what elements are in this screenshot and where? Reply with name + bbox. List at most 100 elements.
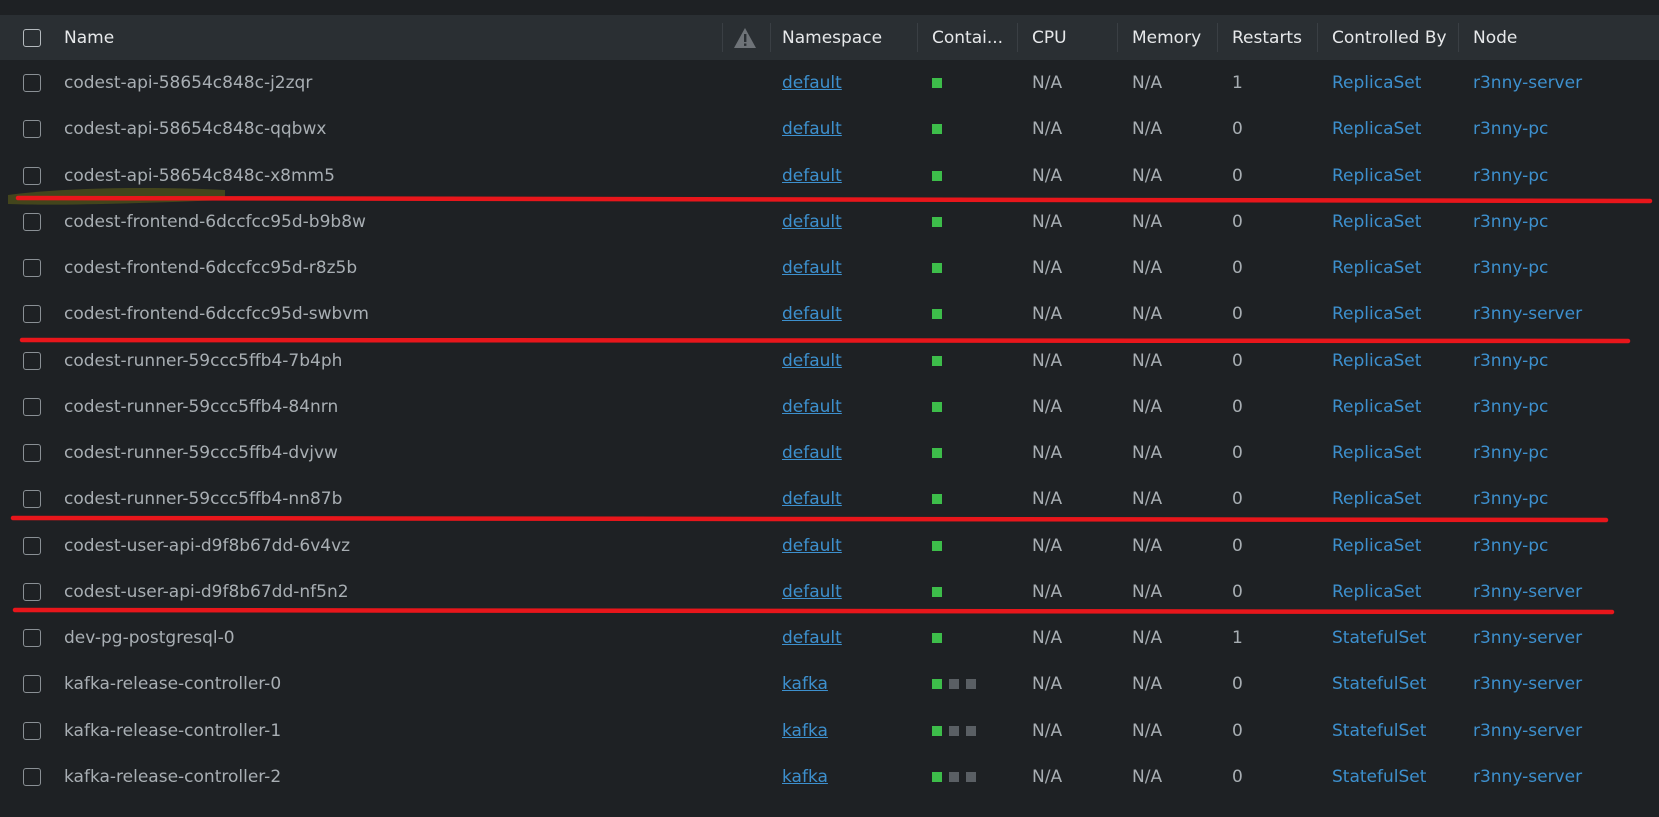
controlled-by-link[interactable]: ReplicaSet [1332, 536, 1421, 556]
namespace-link-cell[interactable]: default [782, 338, 842, 384]
namespace-link[interactable]: default [782, 582, 842, 602]
node-link-cell[interactable]: r3nny-pc [1473, 338, 1548, 384]
node-link-cell[interactable]: r3nny-server [1473, 60, 1582, 106]
node-link-cell[interactable]: r3nny-server [1473, 661, 1582, 707]
controlled-by-link-cell[interactable]: ReplicaSet [1332, 106, 1421, 152]
row-checkbox-cell[interactable] [23, 661, 41, 707]
column-divider[interactable] [917, 23, 918, 52]
table-row[interactable]: codest-frontend-6dccfcc95d-r8z5b default N… [0, 245, 1659, 291]
row-checkbox[interactable] [23, 490, 41, 509]
row-checkbox[interactable] [23, 767, 41, 786]
table-row[interactable]: codest-runner-59ccc5ffb4-nn87b default N/A… [0, 476, 1659, 522]
row-checkbox[interactable] [23, 675, 41, 694]
node-link-cell[interactable]: r3nny-pc [1473, 245, 1548, 291]
controlled-by-link-cell[interactable]: ReplicaSet [1332, 569, 1421, 615]
table-row[interactable]: codest-user-api-d9f8b67dd-6v4vz default N/… [0, 523, 1659, 569]
table-row[interactable]: codest-frontend-6dccfcc95d-b9b8w default N… [0, 199, 1659, 245]
namespace-link-cell[interactable]: default [782, 199, 842, 245]
column-divider[interactable] [1017, 23, 1018, 52]
column-header-controlled-by[interactable]: Controlled By [1332, 15, 1447, 60]
select-all-checkbox[interactable] [23, 28, 41, 47]
controlled-by-link[interactable]: ReplicaSet [1332, 443, 1421, 463]
controlled-by-link[interactable]: ReplicaSet [1332, 304, 1421, 324]
row-checkbox-cell[interactable] [23, 199, 41, 245]
row-checkbox-cell[interactable] [23, 615, 41, 661]
controlled-by-link-cell[interactable]: StatefulSet [1332, 661, 1426, 707]
namespace-link-cell[interactable]: default [782, 245, 842, 291]
column-header-restarts[interactable]: Restarts [1232, 15, 1302, 60]
table-row[interactable]: codest-api-58654c848c-j2zqr default N/A N/A… [0, 60, 1659, 106]
namespace-link-cell[interactable]: default [782, 476, 842, 522]
row-checkbox[interactable] [23, 351, 41, 370]
node-link-cell[interactable]: r3nny-pc [1473, 523, 1548, 569]
node-link-cell[interactable]: r3nny-pc [1473, 199, 1548, 245]
namespace-link[interactable]: kafka [782, 767, 828, 787]
controlled-by-link-cell[interactable]: ReplicaSet [1332, 199, 1421, 245]
row-checkbox-cell[interactable] [23, 476, 41, 522]
namespace-link[interactable]: default [782, 489, 842, 509]
table-row[interactable]: codest-runner-59ccc5ffb4-84nrn default N/A… [0, 384, 1659, 430]
namespace-link-cell[interactable]: default [782, 106, 842, 152]
select-all-checkbox-cell[interactable] [23, 15, 41, 60]
controlled-by-link[interactable]: ReplicaSet [1332, 166, 1421, 186]
node-link-cell[interactable]: r3nny-pc [1473, 476, 1548, 522]
row-checkbox-cell[interactable] [23, 338, 41, 384]
row-checkbox[interactable] [23, 721, 41, 740]
controlled-by-link-cell[interactable]: ReplicaSet [1332, 384, 1421, 430]
controlled-by-link-cell[interactable]: ReplicaSet [1332, 476, 1421, 522]
controlled-by-link[interactable]: ReplicaSet [1332, 119, 1421, 139]
controlled-by-link[interactable]: ReplicaSet [1332, 489, 1421, 509]
namespace-link[interactable]: default [782, 351, 842, 371]
namespace-link-cell[interactable]: kafka [782, 661, 828, 707]
controlled-by-link-cell[interactable]: StatefulSet [1332, 615, 1426, 661]
row-checkbox[interactable] [23, 212, 41, 231]
namespace-link[interactable]: default [782, 212, 842, 232]
controlled-by-link[interactable]: ReplicaSet [1332, 73, 1421, 93]
node-link[interactable]: r3nny-server [1473, 582, 1582, 602]
column-header-cpu[interactable]: CPU [1032, 15, 1067, 60]
node-link-cell[interactable]: r3nny-server [1473, 754, 1582, 800]
namespace-link[interactable]: default [782, 73, 842, 93]
row-checkbox-cell[interactable] [23, 384, 41, 430]
table-row[interactable]: kafka-release-controller-2 kafka N/A N/A 0 St… [0, 754, 1659, 800]
namespace-link[interactable]: default [782, 397, 842, 417]
namespace-link[interactable]: default [782, 628, 842, 648]
node-link-cell[interactable]: r3nny-server [1473, 615, 1582, 661]
column-header-containers[interactable]: Contai... [932, 15, 1003, 60]
node-link[interactable]: r3nny-pc [1473, 536, 1548, 556]
controlled-by-link[interactable]: ReplicaSet [1332, 351, 1421, 371]
node-link-cell[interactable]: r3nny-server [1473, 291, 1582, 337]
node-link-cell[interactable]: r3nny-pc [1473, 384, 1548, 430]
controlled-by-link[interactable]: StatefulSet [1332, 721, 1426, 741]
row-checkbox[interactable] [23, 120, 41, 139]
namespace-link-cell[interactable]: default [782, 60, 842, 106]
namespace-link[interactable]: default [782, 258, 842, 278]
node-link[interactable]: r3nny-pc [1473, 397, 1548, 417]
column-header-memory[interactable]: Memory [1132, 15, 1201, 60]
controlled-by-link[interactable]: ReplicaSet [1332, 582, 1421, 602]
namespace-link-cell[interactable]: default [782, 615, 842, 661]
row-checkbox[interactable] [23, 259, 41, 277]
column-header-name[interactable]: Name [64, 15, 114, 60]
table-row[interactable]: codest-api-58654c848c-x8mm5 default N/A N/A… [0, 153, 1659, 199]
node-link[interactable]: r3nny-pc [1473, 212, 1548, 232]
node-link-cell[interactable]: r3nny-pc [1473, 430, 1548, 476]
controlled-by-link-cell[interactable]: StatefulSet [1332, 708, 1426, 754]
column-divider[interactable] [1217, 23, 1218, 52]
table-row[interactable]: codest-frontend-6dccfcc95d-swbvm default N… [0, 291, 1659, 337]
row-checkbox-cell[interactable] [23, 430, 41, 476]
row-checkbox-cell[interactable] [23, 245, 41, 291]
column-header-node[interactable]: Node [1473, 15, 1517, 60]
controlled-by-link-cell[interactable]: ReplicaSet [1332, 245, 1421, 291]
table-row[interactable]: kafka-release-controller-0 kafka N/A N/A 0 St… [0, 661, 1659, 707]
controlled-by-link[interactable]: ReplicaSet [1332, 258, 1421, 278]
namespace-link[interactable]: kafka [782, 721, 828, 741]
controlled-by-link[interactable]: ReplicaSet [1332, 212, 1421, 232]
controlled-by-link-cell[interactable]: ReplicaSet [1332, 523, 1421, 569]
controlled-by-link-cell[interactable]: ReplicaSet [1332, 60, 1421, 106]
controlled-by-link-cell[interactable]: ReplicaSet [1332, 338, 1421, 384]
namespace-link-cell[interactable]: default [782, 291, 842, 337]
namespace-link-cell[interactable]: kafka [782, 754, 828, 800]
node-link-cell[interactable]: r3nny-pc [1473, 153, 1548, 199]
namespace-link[interactable]: kafka [782, 674, 828, 694]
